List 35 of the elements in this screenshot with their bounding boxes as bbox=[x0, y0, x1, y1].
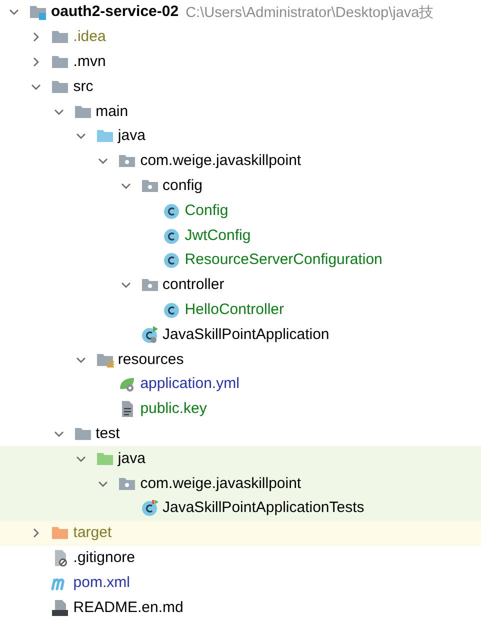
tree-item-label[interactable]: src bbox=[73, 76, 94, 97]
tree-item-label[interactable]: controller bbox=[162, 275, 224, 296]
tree-item-label[interactable]: ResourceServerConfiguration bbox=[184, 250, 382, 270]
tree-item-label[interactable]: README.en.md bbox=[73, 598, 184, 618]
tree-item-label[interactable]: config bbox=[162, 176, 203, 196]
tree-item-label[interactable]: HelloController bbox=[184, 300, 284, 320]
module-folder-icon bbox=[29, 3, 47, 22]
tree-item-label[interactable]: java bbox=[118, 126, 146, 146]
tree-item-label[interactable]: JavaSkillPointApplicationTests bbox=[162, 498, 364, 518]
tree-item-label[interactable]: JwtConfig bbox=[184, 226, 251, 246]
tree-item-label[interactable]: com.weige.javaskillpoint bbox=[140, 151, 302, 172]
tree-item-label[interactable]: main bbox=[96, 102, 128, 122]
tree-item-label[interactable]: application.yml bbox=[140, 374, 240, 394]
tree-item-label[interactable]: JavaSkillPointApplication bbox=[162, 324, 330, 345]
tree-item-label[interactable]: pom.xml bbox=[73, 572, 130, 593]
tree-item-label[interactable]: Config bbox=[184, 200, 228, 221]
tree-item-label[interactable]: com.weige.javaskillpoint bbox=[140, 474, 302, 494]
tree-item-label[interactable]: java bbox=[118, 448, 146, 469]
project-name[interactable]: oauth2-service-02 bbox=[51, 2, 179, 22]
application-class-icon bbox=[140, 326, 158, 344]
class-icon bbox=[162, 202, 181, 220]
tree-item-label[interactable]: target bbox=[73, 523, 112, 544]
tree-item-label[interactable]: .idea bbox=[73, 27, 106, 48]
tree-item-label[interactable]: .mvn bbox=[73, 52, 106, 72]
test-class-icon bbox=[140, 499, 158, 518]
leaf-gear-icon bbox=[118, 375, 136, 394]
class-icon bbox=[162, 300, 181, 319]
tree-item-label[interactable]: test bbox=[96, 424, 120, 444]
tree-item-label[interactable]: .gitignore bbox=[73, 548, 136, 568]
class-icon bbox=[162, 251, 181, 270]
tree-item-label[interactable]: public.key bbox=[140, 399, 207, 420]
tree-item-label[interactable]: resources bbox=[118, 350, 184, 370]
project-path: C:\Users\Administrator\Desktop\java技 bbox=[186, 4, 434, 22]
markdown-file-icon bbox=[51, 598, 70, 617]
class-icon bbox=[162, 226, 181, 245]
